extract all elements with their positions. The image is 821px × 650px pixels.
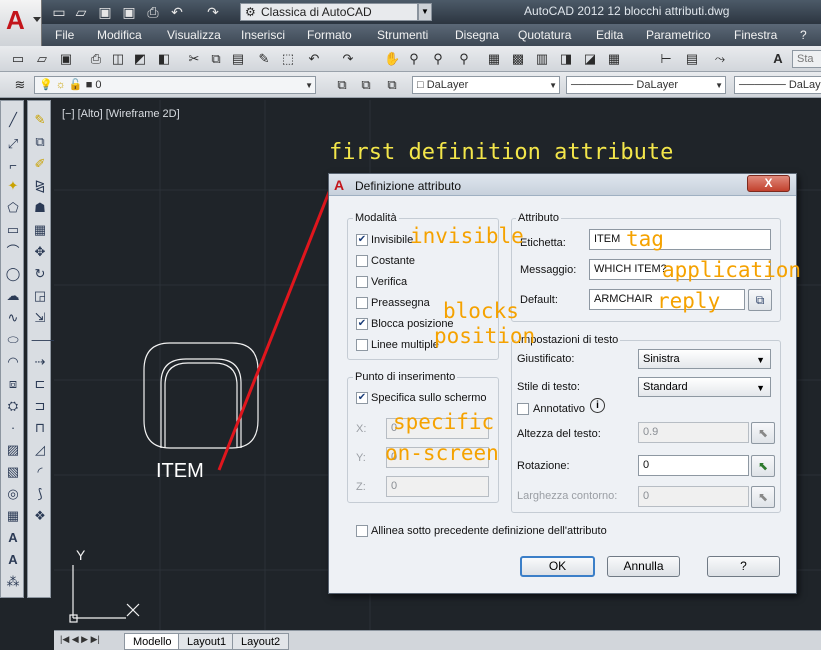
annotation-blocks: blocks <box>443 299 519 323</box>
invisibile-label: Invisibile <box>371 234 414 246</box>
align-below-checkbox[interactable] <box>356 525 368 537</box>
insertion-point-group-label: Punto di inserimento <box>353 371 458 383</box>
annotation-reply: reply <box>657 289 721 313</box>
annotativo-checkbox[interactable] <box>517 403 529 415</box>
boundary-width-label: Larghezza contorno: <box>517 490 618 502</box>
insert-field-icon[interactable]: ⧉ <box>748 289 772 311</box>
annotation-application: application <box>662 258 802 282</box>
tab-layout2[interactable]: Layout2 <box>232 633 290 650</box>
axis-x-label: X <box>126 601 127 602</box>
verifica-label: Verifica <box>371 276 408 288</box>
attributo-group-label: Attributo <box>516 212 561 224</box>
annotation-position: position <box>434 324 536 348</box>
tab-nav-arrows-icon[interactable]: |◀ ◀ ▶ ▶| <box>60 634 100 645</box>
cancel-button[interactable]: Annulla <box>607 556 680 577</box>
justify-label: Giustificato: <box>517 353 575 365</box>
annotation-first-definition: first definition attribute <box>329 140 674 165</box>
preassegna-checkbox[interactable] <box>356 297 368 309</box>
text-style-select[interactable]: Standard ▼ <box>638 377 771 397</box>
tab-layout1[interactable]: Layout1 <box>178 633 236 650</box>
invisibile-checkbox[interactable]: ✔ <box>356 234 368 246</box>
annotation-invisible: invisible <box>410 224 524 248</box>
costante-checkbox[interactable] <box>356 255 368 267</box>
rotation-input[interactable]: 0 <box>638 455 749 476</box>
etichetta-label: Etichetta: <box>520 237 566 249</box>
etichetta-input[interactable]: ITEM <box>589 229 771 250</box>
x-label: X: <box>356 423 367 435</box>
ok-button[interactable]: OK <box>520 556 595 577</box>
linee-multiple-checkbox[interactable] <box>356 339 368 351</box>
text-height-input[interactable]: 0.9 <box>638 422 749 443</box>
align-below-label: Allinea sotto precedente definizione del… <box>371 525 607 537</box>
chair-inner-outline-2 <box>160 358 242 448</box>
linee-multiple-label: Linee multiple <box>371 339 439 351</box>
axis-y-label: Y <box>76 547 86 563</box>
attribute-definition-dialog: A Definizione attributo X Modalità ✔ Inv… <box>328 173 797 594</box>
messaggio-label: Messaggio: <box>520 264 577 276</box>
pick-width-icon[interactable]: ⬉ <box>751 486 775 508</box>
pick-height-icon[interactable]: ⬉ <box>751 422 775 444</box>
tab-modello[interactable]: Modello <box>124 633 181 650</box>
dialog-title: Definizione attributo <box>355 179 462 193</box>
ucs-icon <box>69 565 140 623</box>
rotation-label: Rotazione: <box>517 460 570 472</box>
verifica-checkbox[interactable] <box>356 276 368 288</box>
text-height-label: Altezza del testo: <box>517 428 601 440</box>
close-button[interactable]: X <box>747 175 790 192</box>
viewport-controls[interactable]: [−] [Alto] [Wireframe 2D] <box>62 108 180 120</box>
autocad-logo-icon: A <box>334 177 345 193</box>
pick-rotation-icon[interactable]: ⬉ <box>751 455 775 477</box>
y-label: Y: <box>356 452 366 464</box>
boundary-width-input[interactable]: 0 <box>638 486 749 507</box>
annotativo-label: Annotativo <box>533 403 585 415</box>
annotation-tag: tag <box>626 227 664 251</box>
text-style-label: Stile di testo: <box>517 381 580 393</box>
text-style-value: Standard <box>643 381 688 393</box>
leader-line <box>217 181 335 471</box>
chair-inner-outline <box>164 362 238 448</box>
specify-on-screen-checkbox[interactable]: ✔ <box>356 392 368 404</box>
default-label: Default: <box>520 294 558 306</box>
z-label: Z: <box>356 481 366 493</box>
modalita-group-label: Modalità <box>353 212 399 224</box>
costante-label: Costante <box>371 255 416 267</box>
justify-value: Sinistra <box>643 353 680 365</box>
justify-select[interactable]: Sinistra ▼ <box>638 349 771 369</box>
info-icon[interactable]: i <box>590 398 605 413</box>
chevron-down-icon: ▼ <box>756 355 765 365</box>
chevron-down-icon: ▼ <box>756 383 765 393</box>
specify-on-screen-label: Specifica sullo schermo <box>371 392 487 404</box>
attribute-item-text[interactable]: ITEM <box>156 460 204 483</box>
annotation-specific: specific <box>393 410 495 434</box>
help-button[interactable]: ? <box>707 556 780 577</box>
blocca-posizione-checkbox[interactable]: ✔ <box>356 318 368 330</box>
layout-tab-bar: |◀ ◀ ▶ ▶| Modello Layout1 Layout2 <box>54 630 821 650</box>
z-input[interactable]: 0 <box>386 476 489 497</box>
preassegna-label: Preassegna <box>371 297 430 309</box>
annotation-on-screen: on-screen <box>385 441 499 465</box>
dialog-title-bar[interactable]: A Definizione attributo <box>329 174 796 196</box>
